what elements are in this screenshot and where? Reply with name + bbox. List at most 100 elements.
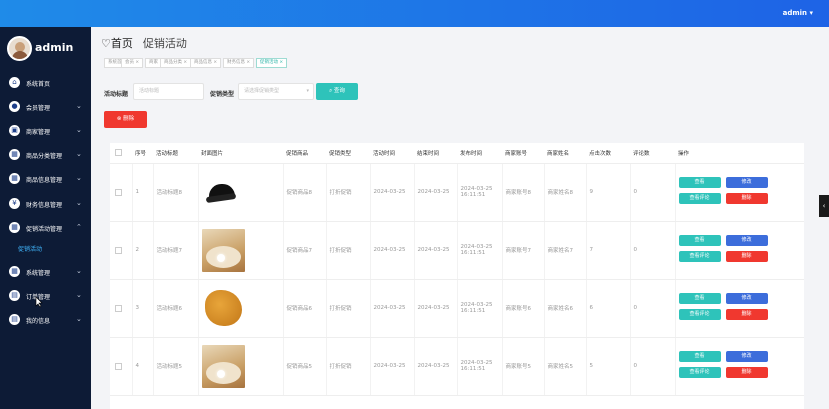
sidebar-item-label: 财务信息管理: [26, 202, 63, 209]
top-bar: admin ▾: [0, 0, 829, 27]
submenu-promotion[interactable]: 促销活动: [18, 244, 42, 253]
view-button[interactable]: 查看: [678, 177, 721, 188]
edit-button[interactable]: 修改: [725, 293, 768, 304]
table-row: 1 活动标题8 促销商品8 打折促销 2024-03-25 2024-03-25 2024-…: [110, 163, 804, 222]
chevron-down-icon: ⌄: [76, 315, 82, 323]
sidebar-item-3[interactable]: ▣ 商家管理 ⌄: [0, 120, 91, 142]
delete-button[interactable]: 删除: [725, 193, 768, 204]
chevron-down-icon: ⌄: [76, 291, 82, 299]
row-checkbox[interactable]: [115, 188, 122, 196]
title-label: 活动标题: [104, 91, 129, 98]
data-table: 序号 活动标题 封面图片 促销商品 促销类型 活动时间 结束时间 发布时间 商家账号 商家姓名 点击…: [110, 143, 804, 409]
cell-start: 2024-03-25: [369, 221, 414, 280]
delete-button[interactable]: 删除: [725, 309, 768, 320]
row-checkbox[interactable]: [115, 246, 122, 254]
mouse-cursor-icon: [35, 296, 43, 308]
view-comments-button[interactable]: 查看评论: [678, 251, 721, 262]
main-content: ♡首页 促销活动 系统首页 会员 × 商家 × 商品分类 × 商品信息 × 财务信息 × 促销…: [91, 27, 829, 409]
cell-end: 2024-03-25: [413, 221, 457, 280]
cell-account: 商家账号6: [501, 279, 544, 338]
cell-start: 2024-03-25: [369, 163, 414, 222]
actions-cell: 查看 修改 查看评论 删除: [674, 279, 804, 338]
table-row: 2 活动标题7 促销商品7 打折促销 2024-03-25 2024-03-25 2024-…: [110, 221, 804, 280]
title-search-input[interactable]: 活动标题: [133, 83, 204, 100]
tab-6[interactable]: 财务信息 ×: [223, 58, 255, 68]
sidebar-item-4[interactable]: ▦ 商品分类管理 ⌄: [0, 144, 91, 166]
row-checkbox[interactable]: [115, 362, 122, 370]
checkbox-cell: [110, 279, 132, 338]
select-all-checkbox[interactable]: [115, 149, 122, 157]
chevron-down-icon: ⌄: [76, 199, 82, 207]
edit-button[interactable]: 修改: [725, 177, 768, 188]
view-comments-button[interactable]: 查看评论: [678, 367, 721, 378]
cell-name: 商家姓名5: [543, 337, 586, 396]
sidebar-item-1[interactable]: ⌂ 系统首页: [0, 72, 91, 94]
breadcrumb-home[interactable]: 首页: [111, 37, 133, 50]
type-select[interactable]: 请选择促销类型 ▾: [238, 83, 314, 100]
cell-goods: 促销商品6: [282, 279, 326, 338]
column-header: 点击次数: [586, 143, 630, 164]
sidebar-item-label: 促销活动管理: [26, 226, 63, 233]
chevron-down-icon: ⌄: [76, 126, 82, 134]
edit-button[interactable]: 修改: [725, 351, 768, 362]
cell-account: 商家账号7: [501, 221, 544, 280]
cell-type: 打折促销: [325, 337, 370, 396]
system-icon: ▦: [9, 266, 20, 277]
avatar: [7, 36, 32, 61]
sidebar-item-2[interactable]: ● 会员管理 ⌄: [0, 96, 91, 118]
view-comments-button[interactable]: 查看评论: [678, 309, 721, 320]
sidebar-item-8[interactable]: ▦ 系统管理 ⌄: [0, 261, 91, 283]
column-header: 促销商品: [283, 143, 326, 164]
column-header: 结束时间: [414, 143, 457, 164]
cell-comments: 0: [629, 337, 675, 396]
cell-comments: 0: [629, 221, 675, 280]
sidebar-item-5[interactable]: ▦ 商品信息管理 ⌄: [0, 168, 91, 190]
tab-4[interactable]: 商品分类 ×: [160, 58, 192, 68]
promo-icon: ▦: [9, 222, 20, 233]
row-checkbox[interactable]: [115, 304, 122, 312]
cell-pub: 2024-03-25 16:11:51: [456, 163, 502, 222]
checkbox-cell: [110, 221, 132, 280]
view-button[interactable]: 查看: [678, 293, 721, 304]
sidebar-item-10[interactable]: ▤ 我的信息 ⌄: [0, 309, 91, 331]
view-button[interactable]: 查看: [678, 351, 721, 362]
column-header: [110, 143, 132, 164]
cell-title: 活动标题7: [152, 221, 198, 280]
goods-icon: ▦: [9, 173, 20, 184]
batch-delete-button[interactable]: ⊗ 删除: [104, 111, 147, 128]
query-button[interactable]: ⌕ 查询: [316, 83, 358, 100]
sidebar-item-9[interactable]: ▤ 订单管理 ⌄: [0, 285, 91, 307]
sidebar-item-label: 我的信息: [26, 318, 51, 325]
cover-image: [201, 286, 245, 330]
cell-end: 2024-03-25: [413, 163, 457, 222]
sidebar-header: admin: [0, 27, 91, 71]
tab-7[interactable]: 促销活动 ×: [256, 58, 288, 68]
column-header: 促销类型: [326, 143, 370, 164]
delete-button[interactable]: 删除: [725, 251, 768, 262]
edit-button[interactable]: 修改: [725, 235, 768, 246]
cover-image: [201, 228, 245, 272]
cell-end: 2024-03-25: [413, 337, 457, 396]
finance-icon: ¥: [9, 198, 20, 209]
cell-no: 2: [131, 221, 153, 280]
cell-type: 打折促销: [325, 279, 370, 338]
delete-button[interactable]: 删除: [725, 367, 768, 378]
user-icon: ●: [9, 101, 20, 112]
sidebar-item-7[interactable]: ▦ 促销活动管理 ⌃: [0, 217, 91, 239]
cell-title: 活动标题5: [152, 337, 198, 396]
tab-5[interactable]: 商品信息 ×: [190, 58, 222, 68]
checkbox-cell: [110, 163, 132, 222]
cell-end: 2024-03-25: [413, 279, 457, 338]
tab-2[interactable]: 会员 ×: [121, 58, 144, 68]
cell-clicks: 9: [585, 163, 630, 222]
sidebar-item-label: 商家管理: [26, 129, 51, 136]
view-button[interactable]: 查看: [678, 235, 721, 246]
view-comments-button[interactable]: 查看评论: [678, 193, 721, 204]
cover-image: [201, 344, 245, 388]
column-header: 活动时间: [370, 143, 414, 164]
cell-clicks: 5: [585, 337, 630, 396]
user-menu[interactable]: admin ▾: [783, 9, 813, 17]
panel-toggle-icon[interactable]: ‹: [819, 195, 829, 217]
sidebar-item-label: 商品信息管理: [26, 177, 63, 184]
sidebar-item-6[interactable]: ¥ 财务信息管理 ⌄: [0, 193, 91, 215]
